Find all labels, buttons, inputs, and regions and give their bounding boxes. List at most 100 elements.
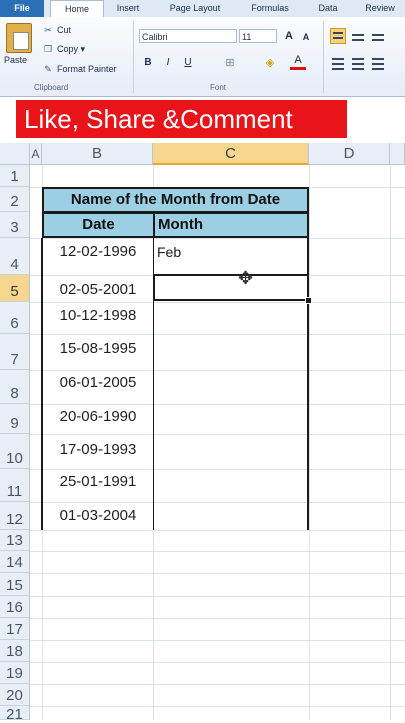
date-cell[interactable]: 12-02-1996 xyxy=(44,243,152,260)
date-cell[interactable]: 25-01-1991 xyxy=(44,473,152,490)
font-name-dropdown[interactable]: Calibri xyxy=(139,29,237,43)
italic-icon[interactable]: I xyxy=(160,55,176,71)
tab-insert[interactable]: Insert xyxy=(108,0,148,17)
gridline xyxy=(30,404,405,405)
format-painter-button[interactable]: ✎ Format Painter xyxy=(42,64,117,75)
table-border-left xyxy=(41,238,43,530)
gridline xyxy=(30,302,405,303)
paste-button[interactable]: Paste xyxy=(4,55,27,65)
fill-color-icon[interactable]: ◈ xyxy=(262,55,278,71)
date-header-cell[interactable]: Date xyxy=(42,212,155,238)
scissors-icon: ✂ xyxy=(44,25,52,35)
row-header[interactable]: 6 xyxy=(0,302,30,334)
row-header[interactable]: 4 xyxy=(0,238,30,275)
row-header[interactable]: 16 xyxy=(0,596,30,618)
gridline xyxy=(30,706,405,707)
row-header[interactable]: 21 xyxy=(0,706,30,723)
ribbon-tabs: File Home Insert Page Layout Formulas Da… xyxy=(0,0,405,19)
date-cell[interactable]: 17-09-1993 xyxy=(44,441,152,458)
format-painter-label: Format Painter xyxy=(57,64,117,74)
align-right-icon[interactable] xyxy=(370,55,386,71)
cut-label: Cut xyxy=(57,25,72,35)
cut-button[interactable]: ✂ Cut xyxy=(42,25,71,36)
gridline xyxy=(30,334,405,335)
row-header[interactable]: 12 xyxy=(0,502,30,530)
ribbon-separator xyxy=(323,21,324,93)
row-header[interactable]: 18 xyxy=(0,640,30,662)
paste-icon[interactable] xyxy=(6,23,32,53)
date-cell[interactable]: 01-03-2004 xyxy=(44,507,152,524)
month-header-cell[interactable]: Month xyxy=(153,212,309,238)
row-header[interactable]: 8 xyxy=(0,370,30,404)
row-header[interactable]: 9 xyxy=(0,404,30,434)
gridline xyxy=(30,551,405,552)
date-cell[interactable]: 06-01-2005 xyxy=(44,374,152,391)
tab-file[interactable]: File xyxy=(0,0,44,17)
gridline xyxy=(309,165,310,720)
row-header[interactable]: 5 xyxy=(0,275,30,302)
date-cell[interactable]: 10-12-1998 xyxy=(44,307,152,324)
column-header-c[interactable]: C xyxy=(153,143,309,165)
align-left-icon[interactable] xyxy=(330,55,346,71)
align-center-icon[interactable] xyxy=(350,55,366,71)
cursor-icon: ✥ xyxy=(238,268,254,288)
grow-font-icon[interactable]: A xyxy=(281,28,297,44)
gridline xyxy=(30,370,405,371)
brush-icon: ✎ xyxy=(44,64,52,74)
row-header[interactable]: 3 xyxy=(0,212,30,238)
fill-handle[interactable] xyxy=(305,297,312,304)
align-bottom-icon[interactable] xyxy=(370,31,386,47)
date-cell[interactable]: 15-08-1995 xyxy=(44,340,152,357)
row-header[interactable]: 14 xyxy=(0,551,30,573)
clipboard-group-label: Clipboard xyxy=(34,83,69,92)
gridline xyxy=(30,238,405,239)
select-all-corner[interactable] xyxy=(0,143,30,165)
table-title-cell[interactable]: Name of the Month from Date xyxy=(42,187,309,213)
gridline xyxy=(30,469,405,470)
bold-icon[interactable]: B xyxy=(140,55,156,71)
underline-icon[interactable]: U xyxy=(180,55,196,71)
tab-review[interactable]: Review xyxy=(358,0,402,17)
ribbon-home: Paste ✂ Cut ❐ Copy ▾ ✎ Format Painter Clipb… xyxy=(0,17,405,97)
date-cell[interactable]: 02-05-2001 xyxy=(44,281,152,298)
column-header-b[interactable]: B xyxy=(42,143,153,165)
row-header[interactable]: 13 xyxy=(0,530,30,551)
column-header-a[interactable]: A xyxy=(30,143,42,165)
column-header-d[interactable]: D xyxy=(309,143,390,165)
row-header[interactable]: 7 xyxy=(0,334,30,370)
row-header[interactable]: 19 xyxy=(0,662,30,684)
font-size-dropdown[interactable]: 11 xyxy=(239,29,277,43)
active-cell-c5[interactable] xyxy=(153,274,309,301)
copy-label: Copy ▾ xyxy=(57,44,86,54)
gridline xyxy=(30,434,405,435)
align-middle-icon[interactable] xyxy=(350,31,366,47)
gridline xyxy=(30,684,405,685)
gridline xyxy=(30,596,405,597)
gridline xyxy=(30,573,405,574)
tab-page-layout[interactable]: Page Layout xyxy=(160,0,230,17)
row-header[interactable]: 17 xyxy=(0,618,30,640)
month-cell[interactable]: Feb xyxy=(157,244,181,260)
row-header[interactable]: 10 xyxy=(0,434,30,469)
gridline xyxy=(30,640,405,641)
promo-banner: Like, Share &Comment xyxy=(16,100,347,138)
font-group-label: Font xyxy=(210,83,227,92)
ribbon-separator xyxy=(133,21,134,93)
date-cell[interactable]: 20-06-1990 xyxy=(44,408,152,425)
gridline xyxy=(30,618,405,619)
align-top-icon[interactable] xyxy=(330,28,346,44)
copy-icon: ❐ xyxy=(43,44,53,54)
row-header[interactable]: 2 xyxy=(0,187,30,212)
copy-button[interactable]: ❐ Copy ▾ xyxy=(42,44,85,55)
row-header[interactable]: 15 xyxy=(0,573,30,596)
row-header[interactable]: 11 xyxy=(0,469,30,502)
tab-formulas[interactable]: Formulas xyxy=(242,0,298,17)
row-header[interactable]: 20 xyxy=(0,684,30,706)
gridline xyxy=(30,530,405,531)
tab-data[interactable]: Data xyxy=(310,0,346,17)
borders-icon[interactable]: ⊞ xyxy=(222,55,238,71)
font-color-icon[interactable]: A xyxy=(290,54,306,70)
shrink-font-icon[interactable]: A xyxy=(298,29,314,45)
row-header[interactable]: 1 xyxy=(0,165,30,187)
column-header-e[interactable] xyxy=(390,143,405,165)
